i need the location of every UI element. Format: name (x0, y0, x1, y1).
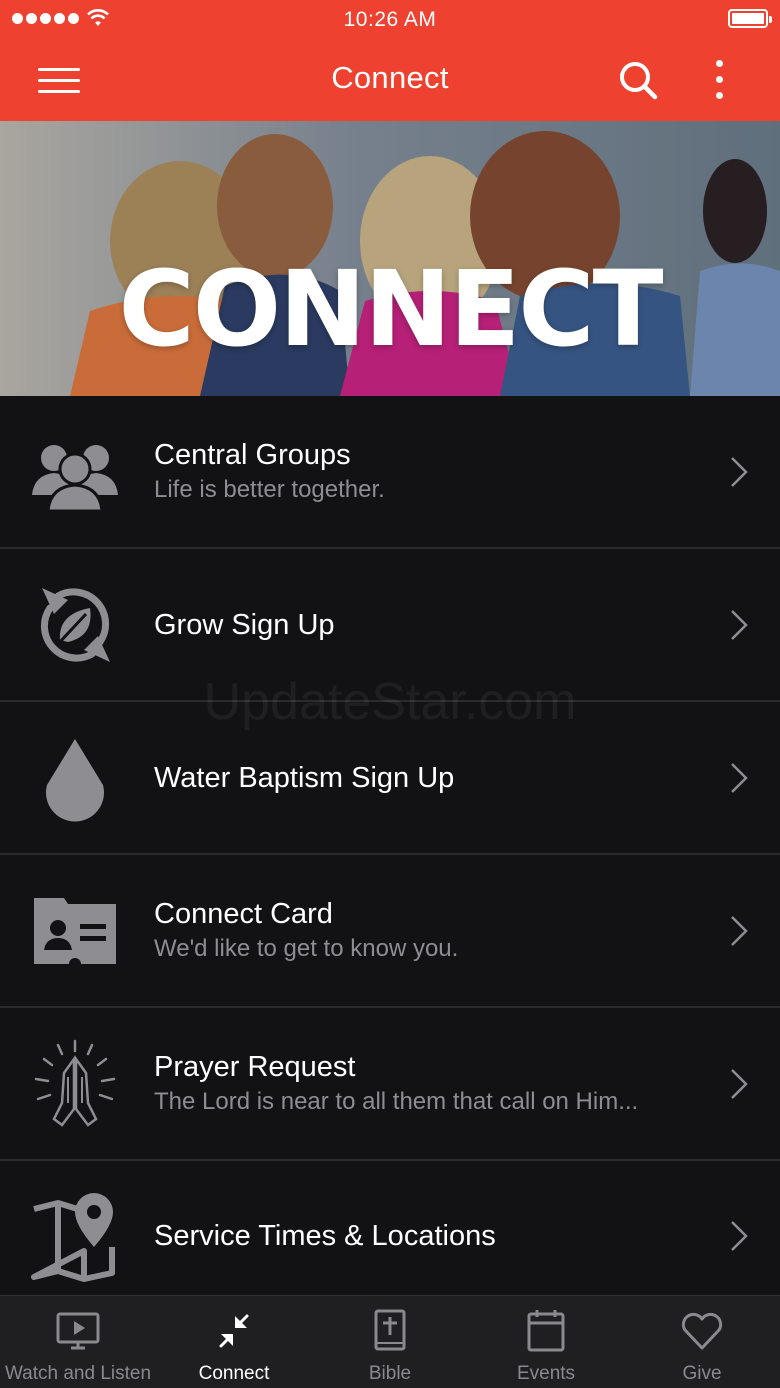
praying-hands-icon (34, 1039, 116, 1127)
water-drop-icon (46, 738, 104, 822)
list-item-connect-card[interactable]: Connect Card We'd like to get to know yo… (0, 855, 780, 1008)
tab-bible[interactable]: Bible (312, 1296, 468, 1388)
list-item-subtitle: Life is better together. (154, 475, 385, 503)
hero-title: CONNECT (118, 248, 663, 370)
leaf-compass-icon (40, 587, 110, 662)
chevron-right-icon (731, 609, 748, 640)
more-options-icon[interactable] (705, 56, 735, 104)
chevron-right-icon (731, 456, 748, 487)
tab-bar: Watch and Listen Connect Bible Events Gi… (0, 1295, 780, 1388)
connect-menu-list: Central Groups Life is better together. … (0, 396, 780, 1311)
battery-icon (728, 9, 772, 28)
tab-give[interactable]: Give (624, 1296, 780, 1388)
chevron-right-icon (731, 1068, 748, 1099)
status-bar: 10:26 AM (0, 0, 780, 40)
tab-label: Give (682, 1363, 722, 1384)
tab-label: Connect (198, 1363, 270, 1384)
contact-card-icon (34, 897, 116, 970)
list-item-title: Grow Sign Up (154, 608, 335, 641)
list-item-water-baptism[interactable]: Water Baptism Sign Up (0, 702, 780, 855)
heart-icon (681, 1312, 723, 1350)
tab-connect[interactable]: Connect (156, 1296, 312, 1388)
arrows-collapse-icon (219, 1314, 249, 1348)
calendar-icon (527, 1310, 565, 1352)
people-group-icon (32, 444, 118, 512)
search-icon[interactable] (616, 58, 660, 102)
tab-label: Events (516, 1363, 576, 1384)
list-item-title: Water Baptism Sign Up (154, 761, 455, 794)
chevron-right-icon (731, 915, 748, 946)
bible-icon (374, 1309, 406, 1351)
list-item-prayer-request[interactable]: Prayer Request The Lord is near to all t… (0, 1008, 780, 1161)
list-item-central-groups[interactable]: Central Groups Life is better together. (0, 396, 780, 549)
list-item-subtitle: We'd like to get to know you. (154, 934, 459, 962)
list-item-subtitle: The Lord is near to all them that call o… (154, 1087, 639, 1115)
tab-label: Watch and Listen (4, 1363, 152, 1384)
chevron-right-icon (731, 1221, 748, 1251)
status-time: 10:26 AM (343, 8, 437, 31)
map-pin-icon (31, 1193, 115, 1282)
list-item-title: Central Groups (154, 438, 351, 471)
app-header: Connect (0, 40, 780, 121)
video-screen-icon (56, 1312, 100, 1350)
list-item-title: Connect Card (154, 897, 333, 930)
tab-events[interactable]: Events (468, 1296, 624, 1388)
chevron-right-icon (731, 762, 748, 793)
list-item-service-times[interactable]: Service Times & Locations (0, 1161, 780, 1311)
list-item-title: Prayer Request (154, 1050, 356, 1083)
tab-watch-and-listen[interactable]: Watch and Listen (0, 1296, 156, 1388)
tab-label: Bible (368, 1363, 412, 1384)
page-title: Connect (331, 60, 449, 95)
hero-banner: CONNECT (0, 121, 780, 396)
list-item-grow-sign-up[interactable]: Grow Sign Up (0, 549, 780, 702)
list-item-title: Service Times & Locations (154, 1220, 496, 1252)
